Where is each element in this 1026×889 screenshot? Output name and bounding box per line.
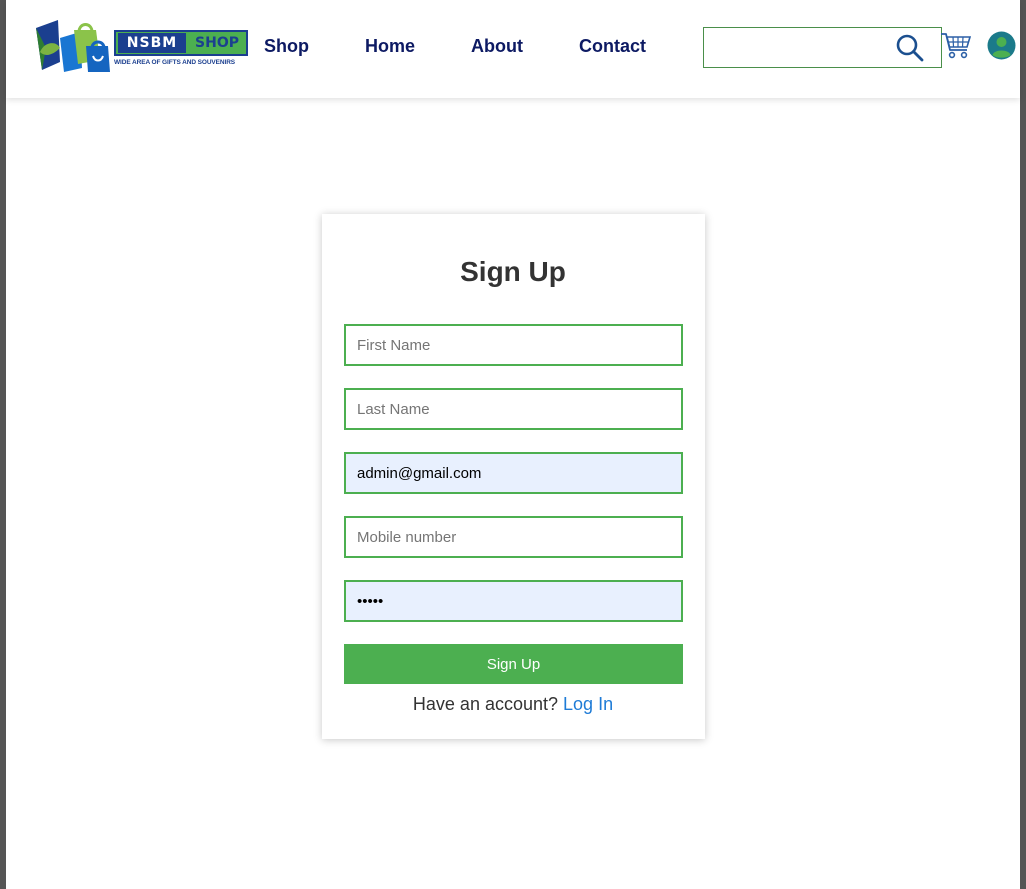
account-prompt-text: Have an account? bbox=[412, 694, 559, 714]
logo-shop-text: SHOP bbox=[195, 35, 239, 51]
last-name-field[interactable] bbox=[344, 388, 683, 430]
search-input[interactable] bbox=[710, 34, 894, 63]
signup-button[interactable]: Sign Up bbox=[344, 644, 683, 684]
search-bar bbox=[703, 27, 942, 68]
mobile-number-field[interactable] bbox=[344, 516, 683, 558]
search-icon[interactable] bbox=[895, 33, 925, 63]
nav-link-contact[interactable]: Contact bbox=[579, 36, 646, 57]
nav-link-home[interactable]: Home bbox=[365, 36, 415, 57]
login-link[interactable]: Log In bbox=[563, 694, 613, 714]
logo-bag-icon bbox=[36, 20, 110, 72]
logo-brand-text: NSBM bbox=[118, 33, 186, 53]
logo-badge: NSBM SHOP bbox=[114, 30, 248, 56]
logo-tagline: WIDE AREA OF GIFTS AND SOUVENIRS bbox=[114, 59, 236, 66]
profile-icon[interactable] bbox=[987, 31, 1016, 60]
site-logo[interactable]: NSBM SHOP WIDE AREA OF GIFTS AND SOUVENI… bbox=[34, 18, 250, 74]
login-prompt: Have an account? Log In bbox=[0, 694, 1026, 715]
nav-link-about[interactable]: About bbox=[471, 36, 523, 57]
first-name-field[interactable] bbox=[344, 324, 683, 366]
email-field[interactable] bbox=[344, 452, 683, 494]
nav-link-shop[interactable]: Shop bbox=[264, 36, 309, 57]
signup-title: Sign Up bbox=[460, 256, 566, 287]
site-header: NSBM SHOP WIDE AREA OF GIFTS AND SOUVENI… bbox=[6, 0, 1020, 98]
password-field[interactable] bbox=[344, 580, 683, 622]
cart-icon[interactable] bbox=[940, 30, 972, 60]
